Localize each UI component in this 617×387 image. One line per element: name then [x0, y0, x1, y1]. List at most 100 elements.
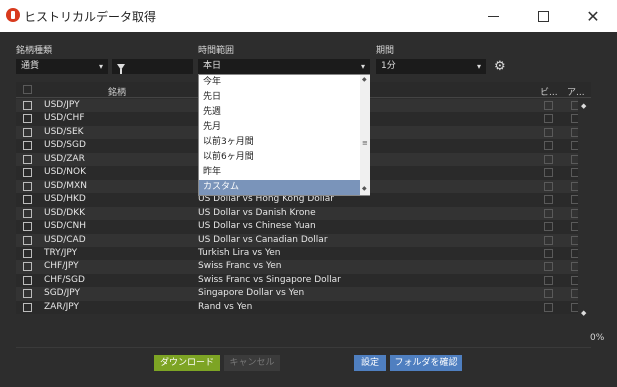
- column-header-a[interactable]: ア...: [567, 85, 585, 98]
- dropdown-option[interactable]: 以前3ヶ月間: [199, 135, 360, 150]
- app-logo-icon: [6, 8, 20, 22]
- open-folder-button[interactable]: フォルダを確認: [390, 355, 462, 371]
- row-checkbox-b[interactable]: [544, 154, 553, 164]
- cancel-button[interactable]: キャンセル: [224, 355, 280, 371]
- dropdown-option[interactable]: 先週: [199, 105, 360, 120]
- row-checkbox-b[interactable]: [544, 114, 553, 124]
- chevron-down-icon: ▾: [360, 62, 365, 71]
- row-checkbox[interactable]: [23, 302, 32, 312]
- dropdown-option[interactable]: 今年: [199, 75, 360, 90]
- row-symbol: USD/CNH: [44, 221, 87, 232]
- dropdown-option[interactable]: 以前6ヶ月間: [199, 150, 360, 165]
- minimize-icon: [487, 15, 499, 17]
- table-row[interactable]: CHF/SGD Swiss Franc vs Singapore Dollar: [16, 273, 591, 288]
- row-checkbox-b[interactable]: [544, 262, 553, 272]
- row-checkbox[interactable]: [23, 101, 32, 110]
- main-panel: 銘柄種類 通貨 ▾ 時間範囲 本日 ▾ 期間 1分 ▾ ⚙ 銘柄 ビ... ア.…: [0, 32, 617, 387]
- row-checkbox-b[interactable]: [544, 181, 553, 191]
- scroll-down-icon[interactable]: ◆: [362, 185, 367, 192]
- row-checkbox[interactable]: [23, 248, 32, 258]
- row-symbol: USD/CHF: [44, 113, 85, 124]
- row-checkbox-b[interactable]: [544, 275, 553, 285]
- row-checkbox-b[interactable]: [544, 208, 553, 218]
- row-checkbox[interactable]: [23, 168, 32, 178]
- row-checkbox-b[interactable]: [544, 302, 553, 312]
- row-symbol: CHF/JPY: [44, 261, 79, 272]
- progress-percent: 0%: [590, 333, 605, 343]
- table-row[interactable]: USD/CAD US Dollar vs Canadian Dollar: [16, 233, 591, 247]
- row-symbol: USD/SGD: [44, 140, 86, 151]
- row-checkbox[interactable]: [23, 235, 32, 245]
- dropdown-option[interactable]: 先日: [199, 90, 360, 105]
- column-header-b[interactable]: ビ...: [540, 85, 558, 98]
- maximize-button[interactable]: [520, 0, 566, 32]
- row-symbol: USD/ZAR: [44, 153, 85, 164]
- title-bar: ヒストリカルデータ取得 ✕: [0, 0, 617, 32]
- row-checkbox-b[interactable]: [544, 141, 553, 151]
- row-symbol: USD/MXN: [44, 180, 87, 191]
- row-name: US Dollar vs Danish Krone: [198, 207, 316, 218]
- row-checkbox[interactable]: [23, 275, 32, 285]
- row-checkbox[interactable]: [23, 141, 32, 151]
- row-checkbox[interactable]: [23, 114, 32, 124]
- row-checkbox-b[interactable]: [544, 168, 553, 178]
- table-row[interactable]: USD/DKK US Dollar vs Danish Krone: [16, 206, 591, 221]
- row-symbol: USD/NOK: [44, 167, 86, 178]
- dropdown-option[interactable]: カスタム: [199, 180, 360, 195]
- row-checkbox[interactable]: [23, 154, 32, 164]
- scroll-down-icon[interactable]: ◆: [581, 309, 586, 317]
- row-symbol: SGD/JPY: [44, 288, 81, 299]
- table-row[interactable]: USD/CNH US Dollar vs Chinese Yuan: [16, 220, 591, 234]
- row-checkbox[interactable]: [23, 181, 32, 191]
- dropdown-scrollbar[interactable]: ◆ ≡ ◆: [360, 75, 370, 195]
- column-header-symbol[interactable]: 銘柄: [108, 85, 126, 98]
- dropdown-option[interactable]: 昨年: [199, 165, 360, 180]
- table-scrollbar[interactable]: ◆ ◆: [578, 98, 591, 324]
- row-symbol: CHF/SGD: [44, 274, 85, 285]
- table-row[interactable]: TRY/JPY Turkish Lira vs Yen: [16, 246, 591, 261]
- period-select[interactable]: 1分 ▾: [376, 59, 486, 74]
- row-checkbox[interactable]: [23, 127, 32, 137]
- table-row[interactable]: ZAR/JPY Rand vs Yen: [16, 300, 591, 315]
- row-checkbox[interactable]: [23, 208, 32, 218]
- row-symbol: TRY/JPY: [44, 247, 78, 258]
- row-name: US Dollar vs Chinese Yuan: [198, 221, 316, 232]
- filter-icon: [117, 64, 125, 74]
- time-range-select[interactable]: 本日 ▾: [198, 59, 370, 74]
- symbol-type-select[interactable]: 通貨 ▾: [16, 59, 108, 74]
- close-button[interactable]: ✕: [570, 0, 616, 32]
- row-checkbox-b[interactable]: [544, 289, 553, 299]
- settings-button[interactable]: 設定: [354, 355, 386, 371]
- symbol-filter-input[interactable]: [112, 59, 193, 74]
- row-checkbox-b[interactable]: [544, 222, 553, 232]
- symbol-type-label: 銘柄種類: [16, 46, 53, 56]
- download-button[interactable]: ダウンロード: [154, 355, 220, 371]
- dropdown-option[interactable]: 先月: [199, 120, 360, 135]
- row-name: US Dollar vs Canadian Dollar: [198, 234, 328, 245]
- row-checkbox[interactable]: [23, 262, 32, 272]
- window-title: ヒストリカルデータ取得: [24, 10, 157, 24]
- scroll-grip-icon[interactable]: ≡: [362, 139, 368, 147]
- maximize-icon: [537, 10, 549, 22]
- scroll-up-icon[interactable]: ◆: [362, 76, 367, 83]
- select-all-checkbox[interactable]: [23, 85, 32, 94]
- row-checkbox-b[interactable]: [544, 235, 553, 245]
- row-symbol: USD/CAD: [44, 234, 86, 245]
- table-row[interactable]: SGD/JPY Singapore Dollar vs Yen: [16, 287, 591, 301]
- gear-icon[interactable]: ⚙: [494, 59, 506, 74]
- row-name: Singapore Dollar vs Yen: [198, 288, 305, 299]
- row-checkbox[interactable]: [23, 222, 32, 232]
- scroll-up-icon[interactable]: ◆: [581, 102, 586, 110]
- row-checkbox[interactable]: [23, 195, 32, 205]
- row-symbol: USD/JPY: [44, 100, 80, 110]
- row-checkbox-b[interactable]: [544, 195, 553, 205]
- table-row[interactable]: CHF/JPY Swiss Franc vs Yen: [16, 260, 591, 274]
- symbol-type-value: 通貨: [21, 61, 40, 71]
- period-label: 期間: [376, 46, 395, 56]
- row-symbol: USD/SEK: [44, 126, 84, 137]
- row-checkbox-b[interactable]: [544, 248, 553, 258]
- row-checkbox-b[interactable]: [544, 101, 553, 110]
- minimize-button[interactable]: [470, 0, 516, 32]
- row-checkbox[interactable]: [23, 289, 32, 299]
- row-checkbox-b[interactable]: [544, 127, 553, 137]
